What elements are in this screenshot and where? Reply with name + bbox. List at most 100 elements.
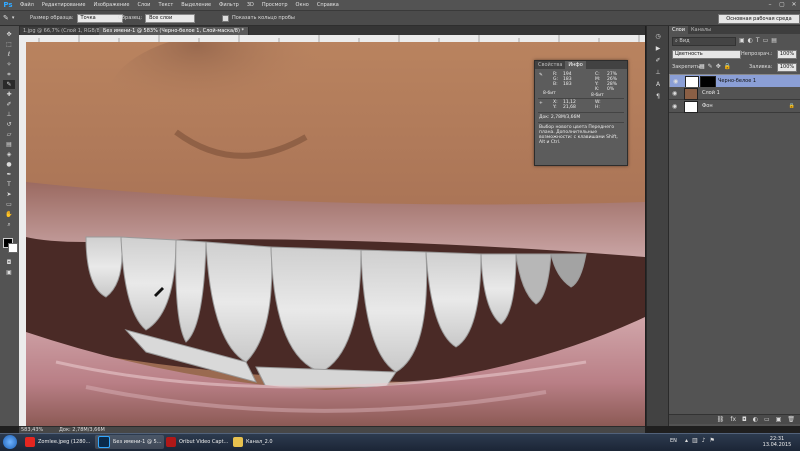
link-icon[interactable]: ⛓	[717, 415, 725, 424]
photoshop-icon	[98, 436, 110, 448]
menu-help[interactable]: Справка	[317, 0, 339, 10]
lock-paint-icon[interactable]: ✎	[708, 63, 713, 70]
hand-tool-icon[interactable]: ✋	[3, 210, 15, 219]
lock-pixels-icon[interactable]: ▦	[699, 63, 705, 70]
taskbar-item-folder[interactable]: Канал_2.0	[230, 435, 276, 449]
menu-select[interactable]: Выделение	[181, 0, 211, 10]
tray-arrow-icon[interactable]: ▴	[685, 437, 688, 444]
brush-tool-icon[interactable]: ✐	[3, 100, 15, 109]
history-panel-icon[interactable]: ◷	[652, 32, 664, 41]
menu-image[interactable]: Изображение	[93, 0, 129, 10]
folder-icon[interactable]: ▭	[764, 415, 770, 424]
taskbar-item-capture[interactable]: Oribut Video Capt...	[163, 435, 231, 449]
start-button[interactable]	[3, 435, 17, 449]
actions-panel-icon[interactable]: ▶	[652, 44, 664, 53]
layer-filter-select[interactable]: ⌕ Вид	[672, 37, 736, 46]
blur-tool-icon[interactable]: ◈	[3, 150, 15, 159]
opacity-input[interactable]: 100%	[777, 50, 797, 59]
info-doc-size: Док: 2,78M/3,66M	[539, 115, 581, 120]
mask-icon[interactable]: ◘	[742, 415, 747, 424]
lock-move-icon[interactable]: ✥	[716, 63, 721, 70]
trash-icon[interactable]: 🗑	[787, 415, 795, 424]
tab-channels[interactable]: Каналы	[688, 26, 714, 34]
tool-preset-picker[interactable]: ✎ ▾	[3, 13, 14, 23]
marquee-tool-icon[interactable]: ⬚	[3, 40, 15, 49]
visibility-eye-icon[interactable]: ◉	[672, 90, 677, 97]
quick-select-tool-icon[interactable]: ✧	[3, 60, 15, 69]
menu-3d[interactable]: 3D	[247, 0, 254, 10]
minimize-icon[interactable]: –	[766, 1, 774, 8]
menu-file[interactable]: Файл	[20, 0, 34, 10]
tab-untitled-1[interactable]: Без имени-1 @ 583% (Черно-белое 1, Слой-…	[99, 27, 249, 35]
taskbar-item-photoshop[interactable]: Без имени-1 @ 5...	[95, 435, 165, 449]
screen-mode-icon[interactable]: ▣	[3, 268, 15, 277]
dodge-tool-icon[interactable]: ●	[3, 160, 15, 169]
sample-size-select[interactable]: Точка	[76, 13, 123, 23]
layer-row-layer1[interactable]: ◉ Слой 1	[669, 87, 800, 100]
menu-layers[interactable]: Слои	[137, 0, 150, 10]
menu-edit[interactable]: Редактирование	[42, 0, 86, 10]
layer-name: Слой 1	[702, 90, 720, 96]
close-icon[interactable]: ✕	[790, 1, 798, 8]
flag-icon[interactable]: ⚑	[710, 437, 715, 444]
show-ring-checkbox[interactable]	[222, 14, 229, 22]
pen-tool-icon[interactable]: ✒	[3, 170, 15, 179]
eyedropper-icon: ✎	[3, 14, 9, 22]
menu-window[interactable]: Окно	[296, 0, 309, 10]
visibility-eye-icon[interactable]: ◉	[673, 78, 678, 85]
stamp-tool-icon[interactable]: ⊥	[3, 110, 15, 119]
maximize-icon[interactable]: ▢	[778, 1, 786, 8]
gradient-tool-icon[interactable]: ▤	[3, 140, 15, 149]
adjust-filter-icon[interactable]: ◐	[748, 37, 753, 44]
menu-filter[interactable]: Фильтр	[219, 0, 239, 10]
tab-info[interactable]: Инфо	[565, 61, 586, 69]
type-filter-icon[interactable]: T	[756, 37, 760, 44]
layer-thumb	[684, 101, 698, 113]
eraser-tool-icon[interactable]: ▱	[3, 130, 15, 139]
network-icon[interactable]: ▥	[692, 437, 698, 444]
workspace-select[interactable]: Основная рабочая среда	[718, 14, 800, 24]
tools-panel: ✥ ⬚ ℓ ✧ ⌗ ✎ ✚ ✐ ⊥ ↺ ▱ ▤ ◈ ● ✒ T ➤ ▭ ✋ ⌕ …	[0, 26, 20, 426]
volume-icon[interactable]: ♪	[702, 437, 706, 444]
shape-filter-icon[interactable]: ▭	[763, 37, 769, 44]
visibility-eye-icon[interactable]: ◉	[672, 103, 677, 110]
clock[interactable]: 22:31 13.04.2015	[760, 436, 794, 448]
adjustment-icon[interactable]: ◐	[753, 415, 758, 424]
image-filter-icon[interactable]: ▣	[739, 37, 745, 44]
layer-row-bw[interactable]: ◉ Черно-белое 1	[669, 74, 800, 88]
lock-all-icon[interactable]: 🔒	[724, 63, 731, 70]
brush-panel-icon[interactable]: ✐	[652, 56, 664, 65]
eyedropper-tool-icon[interactable]: ✎	[3, 80, 15, 89]
clone-source-icon[interactable]: ⊥	[652, 68, 664, 77]
fx-icon[interactable]: fx	[730, 415, 736, 424]
character-panel-icon[interactable]: A	[652, 80, 664, 89]
document-tabs: 1.jpg @ 66,7% (Слой 1, RGB/8) * Без имен…	[19, 26, 645, 35]
shape-tool-icon[interactable]: ▭	[3, 200, 15, 209]
history-brush-icon[interactable]: ↺	[3, 120, 15, 129]
video-capture-icon	[166, 437, 176, 447]
layer-row-background[interactable]: ◉ Фон 🔒	[669, 100, 800, 113]
tab-properties[interactable]: Свойства	[535, 61, 565, 69]
taskbar-item-yandex[interactable]: Zomlee.jpeg (1280...	[22, 435, 93, 449]
new-layer-icon[interactable]: ▣	[776, 415, 782, 424]
type-tool-icon[interactable]: T	[3, 180, 15, 189]
quick-mask-icon[interactable]: ◘	[3, 258, 15, 267]
fill-input[interactable]: 100%	[777, 63, 797, 72]
smart-filter-icon[interactable]: ▤	[771, 37, 777, 44]
healing-tool-icon[interactable]: ✚	[3, 90, 15, 99]
sample-select[interactable]: Все слои	[145, 13, 196, 23]
menu-text[interactable]: Текст	[158, 0, 173, 10]
crop-tool-icon[interactable]: ⌗	[3, 70, 15, 79]
move-tool-icon[interactable]: ✥	[3, 30, 15, 39]
path-select-icon[interactable]: ➤	[3, 190, 15, 199]
lasso-tool-icon[interactable]: ℓ	[3, 50, 15, 59]
blend-mode-select[interactable]: Цветность	[672, 50, 741, 59]
background-color-swatch[interactable]	[8, 243, 18, 253]
language-indicator[interactable]: EN	[670, 438, 677, 444]
paragraph-panel-icon[interactable]: ¶	[652, 92, 664, 101]
rgb-b: 183	[563, 82, 572, 87]
menu-view[interactable]: Просмотр	[262, 0, 288, 10]
zoom-tool-icon[interactable]: ⌕	[3, 220, 15, 229]
tab-1jpg[interactable]: 1.jpg @ 66,7% (Слой 1, RGB/8) *	[19, 27, 111, 35]
tab-layers[interactable]: Слои	[669, 26, 688, 34]
